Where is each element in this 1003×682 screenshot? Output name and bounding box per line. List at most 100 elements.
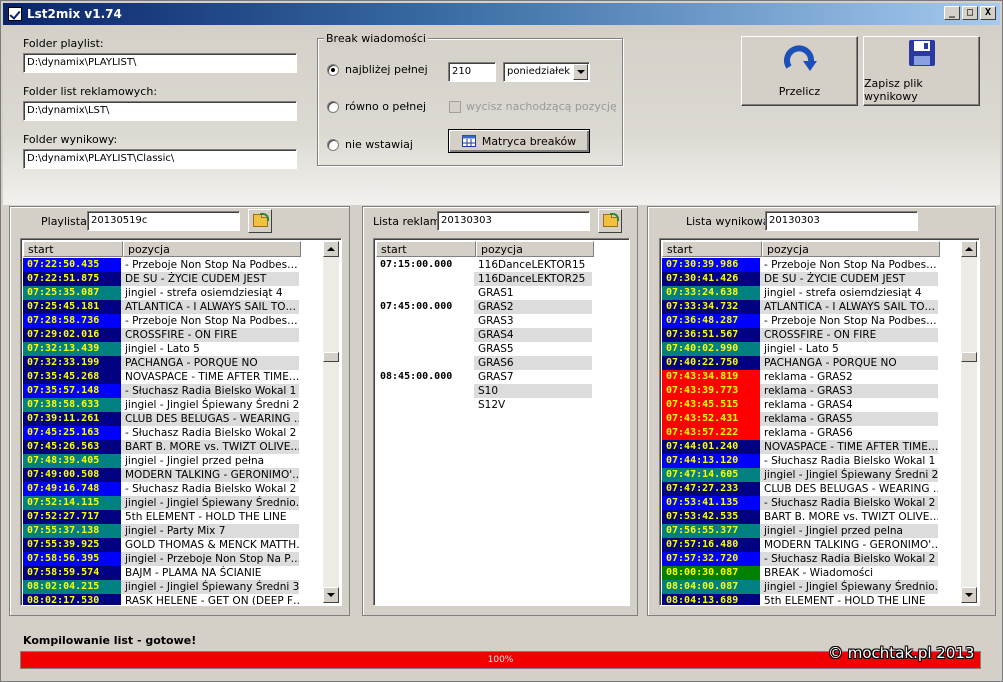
list-row[interactable]: 08:02:04.215 jingiel - Jingiel Śpiewany Ś…	[23, 580, 299, 594]
playlist-folder-input[interactable]: D:\dynamix\PLAYLIST\	[23, 53, 297, 73]
list-row[interactable]: 07:43:52.431 reklama - GRAS5	[662, 412, 938, 426]
list-row[interactable]: 07:49:16.748 - Słuchasz Radia Bielsko Wo…	[23, 482, 299, 496]
scroll-up-button[interactable]	[961, 241, 977, 257]
list-row[interactable]: 07:35:45.268 NOVASPACE - TIME AFTER TIME…	[23, 370, 299, 384]
list-row[interactable]: 07:33:34.732 ATLANTICA - I ALWAYS SAIL TO…	[662, 300, 938, 314]
scroll-thumb[interactable]	[961, 352, 977, 362]
recalculate-button[interactable]: Przelicz	[741, 36, 858, 106]
radio-nearest-full[interactable]: najbliżej pełnej	[327, 63, 428, 76]
column-position[interactable]: pozycja	[476, 241, 594, 257]
list-row[interactable]: 07:36:51.567 CROSSFIRE - ON FIRE	[662, 328, 938, 342]
list-row[interactable]: 07:58:56.395 jingiel - Przeboje Non Stop …	[23, 552, 299, 566]
list-row[interactable]: 08:04:13.689 5th ELEMENT - HOLD THE LINE	[662, 594, 938, 605]
break-matrix-button[interactable]: Matryca breaków	[448, 129, 590, 153]
scroll-up-button[interactable]	[323, 241, 339, 257]
list-row[interactable]: 07:32:33.199 PACHANGA - PORQUE NO	[23, 356, 299, 370]
remove-next-checkbox[interactable]: wycisz nachodzącą pozycję	[449, 100, 617, 113]
column-start[interactable]: start	[376, 241, 476, 257]
playlist-scrollbar[interactable]	[323, 241, 339, 603]
day-select[interactable]: poniedziałek	[503, 62, 590, 82]
list-row[interactable]: S10	[376, 384, 592, 398]
column-position[interactable]: pozycja	[762, 241, 940, 257]
list-row[interactable]: 08:02:17.530 RASK HELENE - GET ON (DEEP F…	[23, 594, 299, 605]
list-row[interactable]: 07:44:13.120 - Słuchasz Radia Bielsko Wo…	[662, 454, 938, 468]
list-row[interactable]: 07:43:45.515 reklama - GRAS4	[662, 398, 938, 412]
list-row[interactable]: 07:43:57.222 reklama - GRAS6	[662, 426, 938, 440]
list-row[interactable]: GRAS5	[376, 342, 592, 356]
ads-name-input[interactable]: 20130303	[437, 211, 590, 231]
playlist-list[interactable]: start pozycja 07:22:50.435 - Przeboje No…	[20, 238, 342, 606]
list-row[interactable]: 07:55:39.925 GOLD THOMAS & MENCK MATTH…	[23, 538, 299, 552]
list-row[interactable]: 07:35:57.148 - Słuchasz Radia Bielsko Wo…	[23, 384, 299, 398]
list-row[interactable]: 07:56:55.377 jingiel - Jingiel przed peln…	[662, 524, 938, 538]
list-row[interactable]: 07:57:32.720 - Słuchasz Radia Bielsko Wo…	[662, 552, 938, 566]
list-row[interactable]: 07:47:14.605 jingiel - Jingiel Śpiewany Ś…	[662, 468, 938, 482]
open-ads-button[interactable]	[598, 209, 622, 233]
break-minutes-input[interactable]: 210	[448, 62, 496, 82]
list-row[interactable]: 07:58:59.574 BAJM - PLAMA NA ŚCIANIE	[23, 566, 299, 580]
list-row[interactable]: 07:53:42.535 BART B. MORE vs. TWIZT OLIVE…	[662, 510, 938, 524]
list-row[interactable]: 08:00:30.087 BREAK - Wiadomości	[662, 566, 938, 580]
output-scrollbar[interactable]	[961, 241, 977, 603]
open-playlist-button[interactable]	[248, 209, 272, 233]
title-bar[interactable]: Lst2mix v1.74 _ □ X	[3, 3, 1000, 25]
list-row[interactable]: 07:22:50.435 - Przeboje Non Stop Na Podb…	[23, 258, 299, 272]
list-row[interactable]: 07:52:27.717 5th ELEMENT - HOLD THE LINE	[23, 510, 299, 524]
list-row[interactable]: 07:32:13.439 jingiel - Lato 5	[23, 342, 299, 356]
list-row[interactable]: 07:30:41.426 DE SU - ŻYCIE CUDEM JEST	[662, 272, 938, 286]
chevron-down-icon[interactable]	[573, 64, 588, 80]
ads-list[interactable]: start pozycja 07:15:00.000 116DanceLEKTOR…	[373, 238, 630, 606]
list-row[interactable]: 07:36:48.287 - Przeboje Non Stop Na Podb…	[662, 314, 938, 328]
list-row[interactable]: 07:39:11.261 CLUB DES BELUGAS - WEARING …	[23, 412, 299, 426]
list-row[interactable]: GRAS3	[376, 314, 592, 328]
list-row[interactable]: 07:33:24.638 jingiel - strefa osiemdziesi…	[662, 286, 938, 300]
playlist-name-input[interactable]: 20130519c	[87, 211, 240, 231]
output-list[interactable]: start pozycja 07:30:39.986 - Przeboje No…	[659, 238, 980, 606]
list-row[interactable]: 07:55:37.138 jingiel - Party Mix 7	[23, 524, 299, 538]
list-row[interactable]: 08:45:00.000 GRAS7	[376, 370, 592, 384]
ads-folder-input[interactable]: D:\dynamix\LST\	[23, 101, 297, 121]
list-row[interactable]: 07:45:00.000 GRAS2	[376, 300, 592, 314]
list-row[interactable]: 07:30:39.986 - Przeboje Non Stop Na Podb…	[662, 258, 938, 272]
output-folder-input[interactable]: D:\dynamix\PLAYLIST\Classic\	[23, 149, 297, 169]
list-row[interactable]: 07:52:14.115 jingiel - Jingiel Śpiewany Ś…	[23, 496, 299, 510]
column-start[interactable]: start	[23, 241, 123, 257]
list-row[interactable]: 07:25:45.181 ATLANTICA - I ALWAYS SAIL TO…	[23, 300, 299, 314]
list-row[interactable]: 07:38:58.633 jingiel - Jingiel Śpiewany Ś…	[23, 398, 299, 412]
list-row[interactable]: 07:53:41.135 - Słuchasz Radia Bielsko Wo…	[662, 496, 938, 510]
list-row[interactable]: 07:49:00.508 MODERN TALKING - GERONIMO'…	[23, 468, 299, 482]
list-row[interactable]: 07:40:02.990 jingiel - Lato 5	[662, 342, 938, 356]
list-row[interactable]: S12V	[376, 398, 592, 412]
list-row[interactable]: 07:40:22.750 PACHANGA - PORQUE NO	[662, 356, 938, 370]
list-row[interactable]: 07:15:00.000 116DanceLEKTOR15	[376, 258, 592, 272]
list-row[interactable]: 07:43:39.773 reklama - GRAS3	[662, 384, 938, 398]
close-button[interactable]: X	[980, 6, 996, 20]
list-row[interactable]: 07:29:02.016 CROSSFIRE - ON FIRE	[23, 328, 299, 342]
column-position[interactable]: pozycja	[123, 241, 301, 257]
list-row[interactable]: 07:48:39.405 jingiel - Jingiel przed pełn…	[23, 454, 299, 468]
list-row[interactable]: 07:43:34.819 reklama - GRAS2	[662, 370, 938, 384]
radio-exact-full[interactable]: równo o pełnej	[327, 100, 426, 113]
list-row[interactable]: GRAS1	[376, 286, 592, 300]
list-row[interactable]: 07:45:26.563 BART B. MORE vs. TWIZT OLIVE…	[23, 440, 299, 454]
column-start[interactable]: start	[662, 241, 762, 257]
list-row[interactable]: 07:45:25.163 - Słuchasz Radia Bielsko Wo…	[23, 426, 299, 440]
list-row[interactable]: GRAS6	[376, 356, 592, 370]
list-row[interactable]: 07:28:58.736 - Przeboje Non Stop Na Podb…	[23, 314, 299, 328]
scroll-down-button[interactable]	[323, 587, 339, 603]
maximize-button[interactable]: □	[962, 6, 978, 20]
list-row[interactable]: GRAS4	[376, 328, 592, 342]
list-row[interactable]: 116DanceLEKTOR25	[376, 272, 592, 286]
scroll-thumb[interactable]	[323, 352, 339, 362]
list-row[interactable]: 07:22:51.875 DE SU - ŻYCIE CUDEM JEST	[23, 272, 299, 286]
output-name-input[interactable]: 20130303	[765, 211, 918, 231]
list-row[interactable]: 07:57:16.480 MODERN TALKING - GERONIMO'…	[662, 538, 938, 552]
list-row[interactable]: 07:47:27.233 CLUB DES BELUGAS - WEARING …	[662, 482, 938, 496]
save-output-button[interactable]: Zapisz plik wynikowy	[863, 36, 980, 106]
minimize-button[interactable]: _	[944, 6, 960, 20]
list-row[interactable]: 07:44:01.240 NOVASPACE - TIME AFTER TIME…	[662, 440, 938, 454]
list-row[interactable]: 07:25:35.087 jingiel - strefa osiemdziesi…	[23, 286, 299, 300]
list-row[interactable]: 08:04:00.087 jingiel - Jingiel Śpiewany Ś…	[662, 580, 938, 594]
radio-no-insert[interactable]: nie wstawiaj	[327, 138, 413, 151]
scroll-down-button[interactable]	[961, 587, 977, 603]
